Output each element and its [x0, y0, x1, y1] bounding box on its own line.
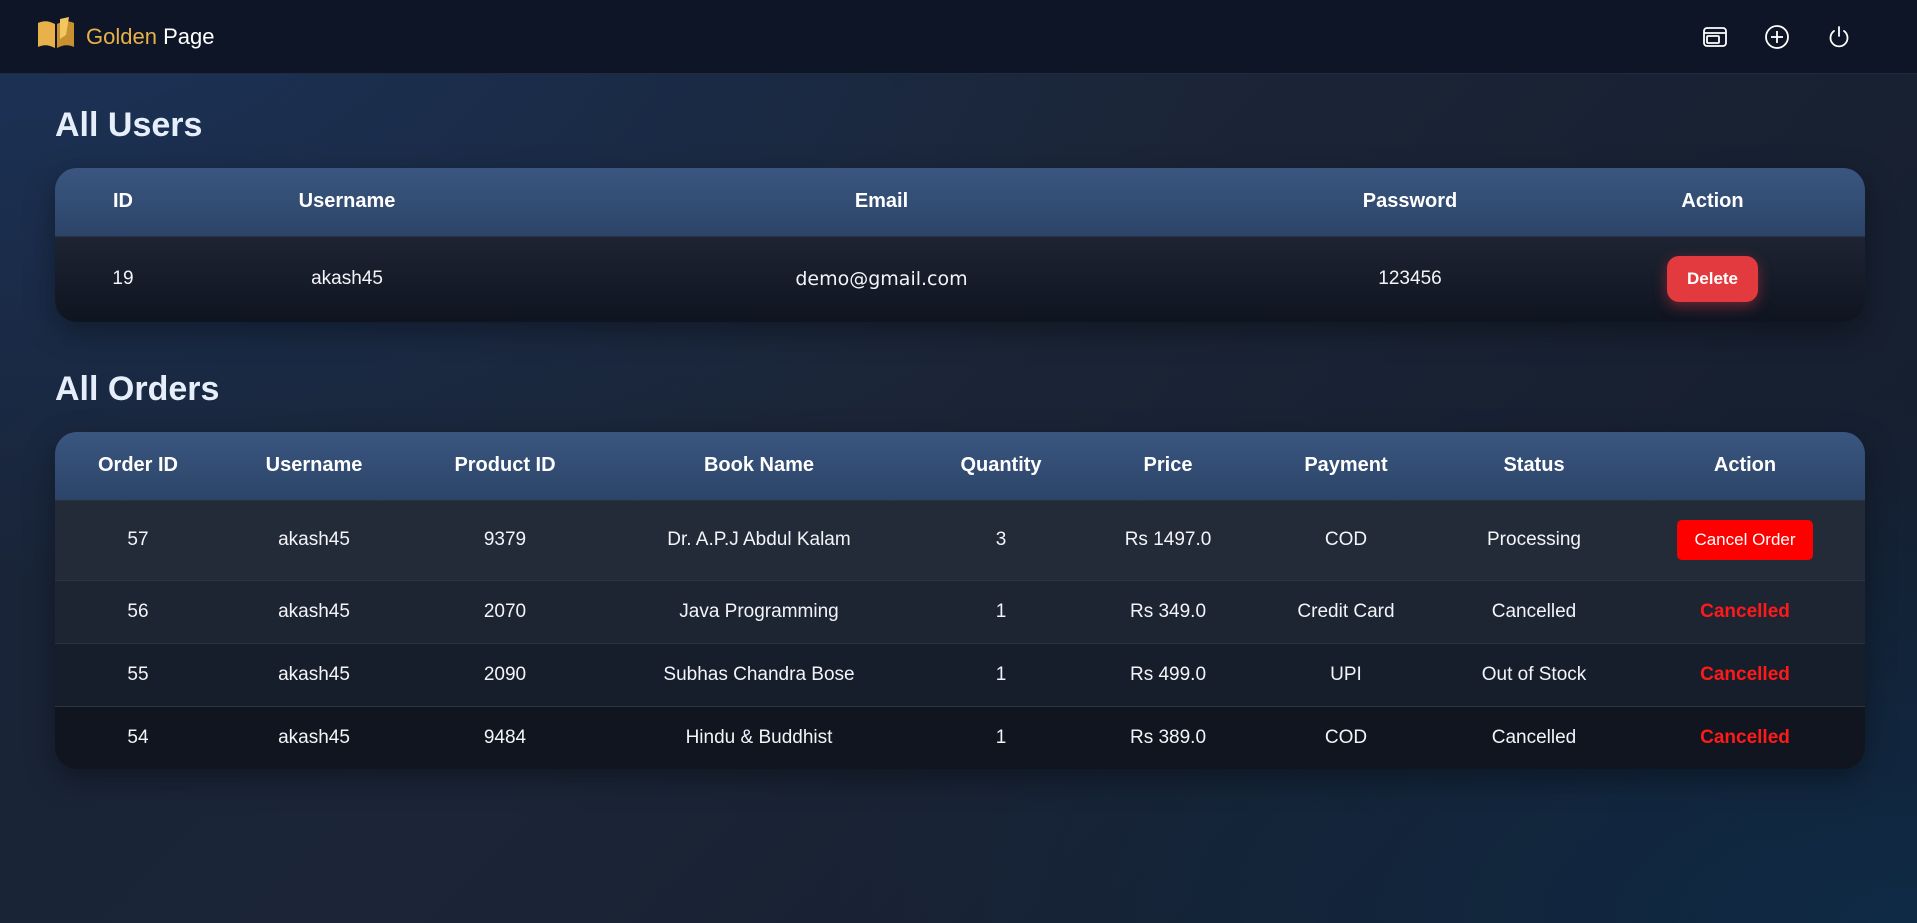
table-row: 56 akash45 2070 Java Programming 1 Rs 34… [55, 579, 1865, 643]
users-col-id: ID [113, 190, 133, 213]
orders-col-username: Username [265, 454, 363, 477]
order-book-name: Hindu & Buddhist [603, 705, 915, 769]
user-action-cell: Delete [1560, 235, 1865, 322]
users-table: ID Username Email Password Action 19 aka… [55, 168, 1865, 322]
order-status: Processing [1443, 499, 1625, 580]
order-payment: Credit Card [1249, 579, 1443, 643]
orders-col-payment: Payment [1304, 454, 1388, 477]
user-password: 123456 [1260, 235, 1560, 322]
orders-col-order-id: Order ID [97, 454, 179, 477]
users-col-action: Action [1681, 190, 1744, 213]
cancelled-label: Cancelled [1700, 663, 1790, 685]
brand-page: Page [163, 23, 215, 49]
power-icon[interactable] [1821, 19, 1857, 55]
order-username: akash45 [221, 642, 407, 706]
brand-name: Golden Page [86, 24, 214, 50]
order-price: Rs 1497.0 [1087, 499, 1249, 580]
orders-header-row: Order ID Username Product ID Book Name Q… [55, 432, 1865, 500]
order-payment: COD [1249, 705, 1443, 769]
orders-col-status: Status [1503, 454, 1565, 477]
order-status: Cancelled [1443, 579, 1625, 643]
user-username: akash45 [191, 235, 503, 322]
order-action-cell: Cancelled [1625, 642, 1865, 706]
order-book-name: Dr. A.P.J Abdul Kalam [603, 499, 915, 580]
order-quantity: 1 [915, 579, 1087, 643]
order-payment: COD [1249, 499, 1443, 580]
orders-col-book-name: Book Name [703, 454, 815, 477]
orders-col-price: Price [1143, 454, 1193, 477]
table-row: 19 akash45 demo@gmail.com 123456 Delete [55, 235, 1865, 322]
order-price: Rs 499.0 [1087, 642, 1249, 706]
orders-col-product-id: Product ID [454, 454, 556, 477]
order-quantity: 1 [915, 642, 1087, 706]
add-icon[interactable] [1759, 19, 1795, 55]
order-product-id: 9484 [407, 705, 603, 769]
order-id: 55 [55, 642, 221, 706]
order-id: 54 [55, 705, 221, 769]
order-action-cell: Cancelled [1625, 705, 1865, 769]
users-col-password: Password [1362, 190, 1458, 213]
orders-col-quantity: Quantity [960, 454, 1042, 477]
order-id: 56 [55, 579, 221, 643]
order-action-cell: Cancelled [1625, 579, 1865, 643]
order-quantity: 3 [915, 499, 1087, 580]
brand-golden: Golden [86, 23, 157, 49]
order-price: Rs 349.0 [1087, 579, 1249, 643]
order-username: akash45 [221, 499, 407, 580]
order-quantity: 1 [915, 705, 1087, 769]
user-id: 19 [55, 235, 191, 322]
table-row: 54 akash45 9484 Hindu & Buddhist 1 Rs 38… [55, 705, 1865, 769]
orders-table: Order ID Username Product ID Book Name Q… [55, 432, 1865, 769]
cancelled-label: Cancelled [1700, 726, 1790, 748]
order-status: Out of Stock [1443, 642, 1625, 706]
order-product-id: 9379 [407, 499, 603, 580]
order-action-cell: Cancel Order [1625, 499, 1865, 580]
cancelled-label: Cancelled [1700, 600, 1790, 622]
users-section-title: All Users [55, 106, 203, 144]
table-row: 55 akash45 2090 Subhas Chandra Bose 1 Rs… [55, 642, 1865, 706]
users-header-row: ID Username Email Password Action [55, 168, 1865, 236]
brand-logo-link[interactable]: Golden Page [36, 17, 214, 56]
order-book-name: Subhas Chandra Bose [603, 642, 915, 706]
user-email: demo@gmail.com [503, 235, 1260, 322]
navbar: Golden Page [0, 0, 1917, 74]
orders-icon[interactable] [1697, 19, 1733, 55]
order-product-id: 2090 [407, 642, 603, 706]
users-col-username: Username [298, 190, 396, 213]
cancel-order-button[interactable]: Cancel Order [1677, 520, 1813, 560]
order-username: akash45 [221, 579, 407, 643]
orders-col-action: Action [1713, 454, 1777, 477]
order-payment: UPI [1249, 642, 1443, 706]
order-username: akash45 [221, 705, 407, 769]
order-status: Cancelled [1443, 705, 1625, 769]
order-id: 57 [55, 499, 221, 580]
users-table-card: ID Username Email Password Action 19 aka… [55, 168, 1865, 322]
orders-section-title: All Orders [55, 370, 220, 408]
table-row: 57 akash45 9379 Dr. A.P.J Abdul Kalam 3 … [55, 499, 1865, 580]
book-logo-icon [36, 17, 76, 56]
delete-user-button[interactable]: Delete [1666, 256, 1759, 303]
order-product-id: 2070 [407, 579, 603, 643]
users-col-email: Email [854, 190, 909, 213]
order-price: Rs 389.0 [1087, 705, 1249, 769]
nav-icons [1697, 19, 1857, 55]
orders-table-card: Order ID Username Product ID Book Name Q… [55, 432, 1865, 769]
order-book-name: Java Programming [603, 579, 915, 643]
